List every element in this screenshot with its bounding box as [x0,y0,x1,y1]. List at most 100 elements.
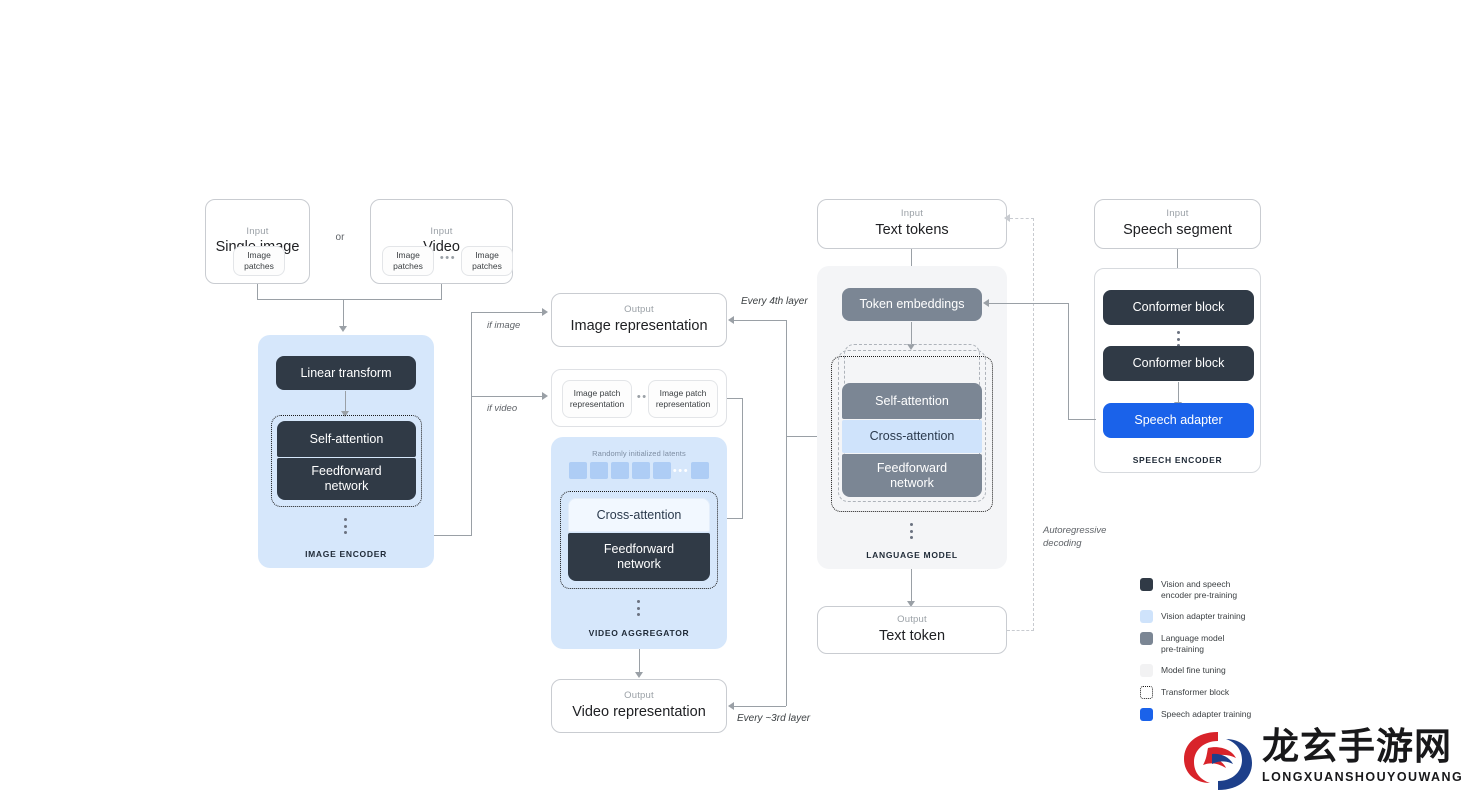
video-aggregator-feedforward-label-1: Feedforward [603,542,675,557]
legend-swatch-speech-adapter-training [1140,708,1153,721]
output-text-token-caption: Output [897,614,927,626]
legend-swatch-language-model-pretraining [1140,632,1153,645]
legend-label-transformer-block: Transformer block [1161,687,1230,697]
connector-patchreps-out-h [727,398,743,399]
connector-patchreps-out-v [742,398,743,518]
connector-lm-to-output [911,569,912,603]
language-model-cross-attention-label: Cross-attention [869,429,955,444]
input-text-tokens-title: Text tokens [875,221,949,238]
legend-label-speech-adapter-training: Speech adapter training [1161,709,1252,719]
arrow-speechadapter-to-embeddings [983,299,989,307]
speech-encoder-repeat-dots [1177,331,1180,347]
legend-item-speech-adapter-training: Speech adapter training [1140,708,1251,721]
input-text-tokens-card[interactable]: Input Text tokens [817,199,1007,249]
connector-videorep-to-lm [734,706,786,707]
connector-linear-to-transformer [345,391,346,413]
image-encoder-self-attention-block[interactable]: Self-attention [277,421,416,457]
watermark-chinese: 龙玄手游网 [1262,725,1452,768]
speech-encoder-panel: Conformer block Conformer block Speech a… [1094,268,1261,473]
linear-transform-label: Linear transform [300,365,392,380]
language-model-feedforward-block[interactable]: Feedforward network [842,454,982,497]
conformer-block-top-label: Conformer block [1132,300,1225,315]
legend-swatch-encoder-pretraining [1140,578,1153,591]
connector-speechadapter-riser [1068,303,1069,420]
video-aggregator-cross-attention-block[interactable]: Cross-attention [568,498,710,532]
arrow-branch-video [542,392,548,400]
speech-adapter-block[interactable]: Speech adapter [1103,403,1254,438]
token-embeddings-label: Token embeddings [859,297,965,312]
video-aggregator-panel-label: VIDEO AGGREGATOR [588,628,690,638]
legend-swatch-vision-adapter [1140,610,1153,623]
image-encoder-self-attention-label: Self-attention [309,431,384,446]
image-patch-representation-right-line1: Image patch [659,388,707,399]
input-video-caption: Input [430,225,453,237]
watermark-pinyin: LONGXUANSHOUYOUWANG [1262,770,1464,784]
connector-aggregator-to-videorep [639,649,640,674]
connector-conformer-to-adapter [1178,382,1179,404]
language-model-self-attention-block[interactable]: Self-attention [842,383,982,419]
arrow-into-video-representation [728,702,734,710]
input-single-image-card[interactable]: Input Single image Image patches [205,199,310,284]
conformer-block-bottom[interactable]: Conformer block [1103,346,1254,381]
latents-caption: Randomly initialized latents [592,449,686,458]
autoregressive-line-2: decoding [1043,537,1082,549]
image-patch-representation-left: Image patch representation [562,380,632,418]
arrow-into-image-encoder [339,326,347,332]
output-text-token-card[interactable]: Output Text token [817,606,1007,654]
legend-item-vision-adapter: Vision adapter training [1140,610,1245,623]
legend-item-model-fine-tuning: Model fine tuning [1140,664,1226,677]
legend-swatch-model-fine-tuning [1140,664,1153,677]
connector-imagerep-to-lm [734,320,786,321]
latent-square-4 [632,462,650,479]
legend-item-encoder-pretraining: Vision and speech encoder pre-training [1140,578,1237,601]
video-aggregator-feedforward-block[interactable]: Feedforward network [568,533,710,581]
image-encoder-feedforward-label-2: network [324,479,369,493]
language-model-cross-attention-block[interactable]: Cross-attention [842,420,982,453]
image-encoder-feedforward-block[interactable]: Feedforward network [277,458,416,500]
single-image-patches-label: Image patches [244,250,274,271]
branch-label-if-image: if image [487,320,521,331]
input-video-card[interactable]: Input Video Image patches ••• Image patc… [370,199,513,284]
output-image-representation-title: Image representation [570,317,708,334]
legend-label-encoder-pretraining: Vision and speech encoder pre-training [1161,579,1238,600]
diagram-canvas: Input Single image Image patches or Inpu… [0,0,1464,800]
language-model-self-attention-label: Self-attention [875,393,949,408]
connector-embeddings-to-transformer [911,322,912,346]
output-video-representation-card[interactable]: Output Video representation [551,679,727,733]
output-image-representation-caption: Output [624,304,654,316]
connector-encoder-out-h [434,535,472,536]
video-aggregator-feedforward-label-2: network [617,557,661,571]
conformer-block-bottom-label: Conformer block [1132,356,1225,371]
arrow-branch-image [542,308,548,316]
arrow-into-image-representation [728,316,734,324]
connector-merge-to-encoder [343,299,344,327]
speech-adapter-label: Speech adapter [1134,413,1223,428]
output-image-representation-card[interactable]: Output Image representation [551,293,727,347]
language-model-feedforward-label-2: network [890,475,934,490]
watermark-text: 龙玄手游网 LONGXUANSHOUYOUWANG [1262,728,1463,784]
connector-autoregressive-riser [1033,218,1034,631]
image-patch-representations-card: Image patch representation ••• Image pat… [551,369,727,427]
latent-square-1 [569,462,587,479]
connector-inputs-merge-bar [257,299,442,300]
image-patch-representation-right: Image patch representation [648,380,718,418]
token-embeddings-block[interactable]: Token embeddings [842,288,982,321]
image-encoder-feedforward-label-1: Feedforward [311,464,382,479]
conformer-block-top[interactable]: Conformer block [1103,290,1254,325]
connector-branch-image [471,312,543,313]
watermark: 龙玄手游网 LONGXUANSHOUYOUWANG [1178,728,1462,796]
legend: Vision and speech encoder pre-training Vi… [1140,578,1340,721]
language-model-panel-label: LANGUAGE MODEL [866,550,958,560]
input-speech-segment-card[interactable]: Input Speech segment [1094,199,1261,249]
connector-autoregressive-in [1010,218,1034,219]
language-model-feedforward-label-1: Feedforward [876,460,948,475]
connector-imagerep-riser [786,320,787,436]
edge-label-every-3rd-layer: Every ~3rd layer [737,713,811,724]
linear-transform-block[interactable]: Linear transform [276,356,416,390]
latent-square-6 [691,462,709,479]
video-patches-box-left: Image patches [382,246,434,276]
video-patches-right-label: Image patches [472,250,502,271]
connector-single-image-down [257,284,258,300]
video-aggregator-panel: Randomly initialized latents ••• Cross-a… [551,437,727,649]
legend-item-transformer-block: Transformer block [1140,686,1229,699]
